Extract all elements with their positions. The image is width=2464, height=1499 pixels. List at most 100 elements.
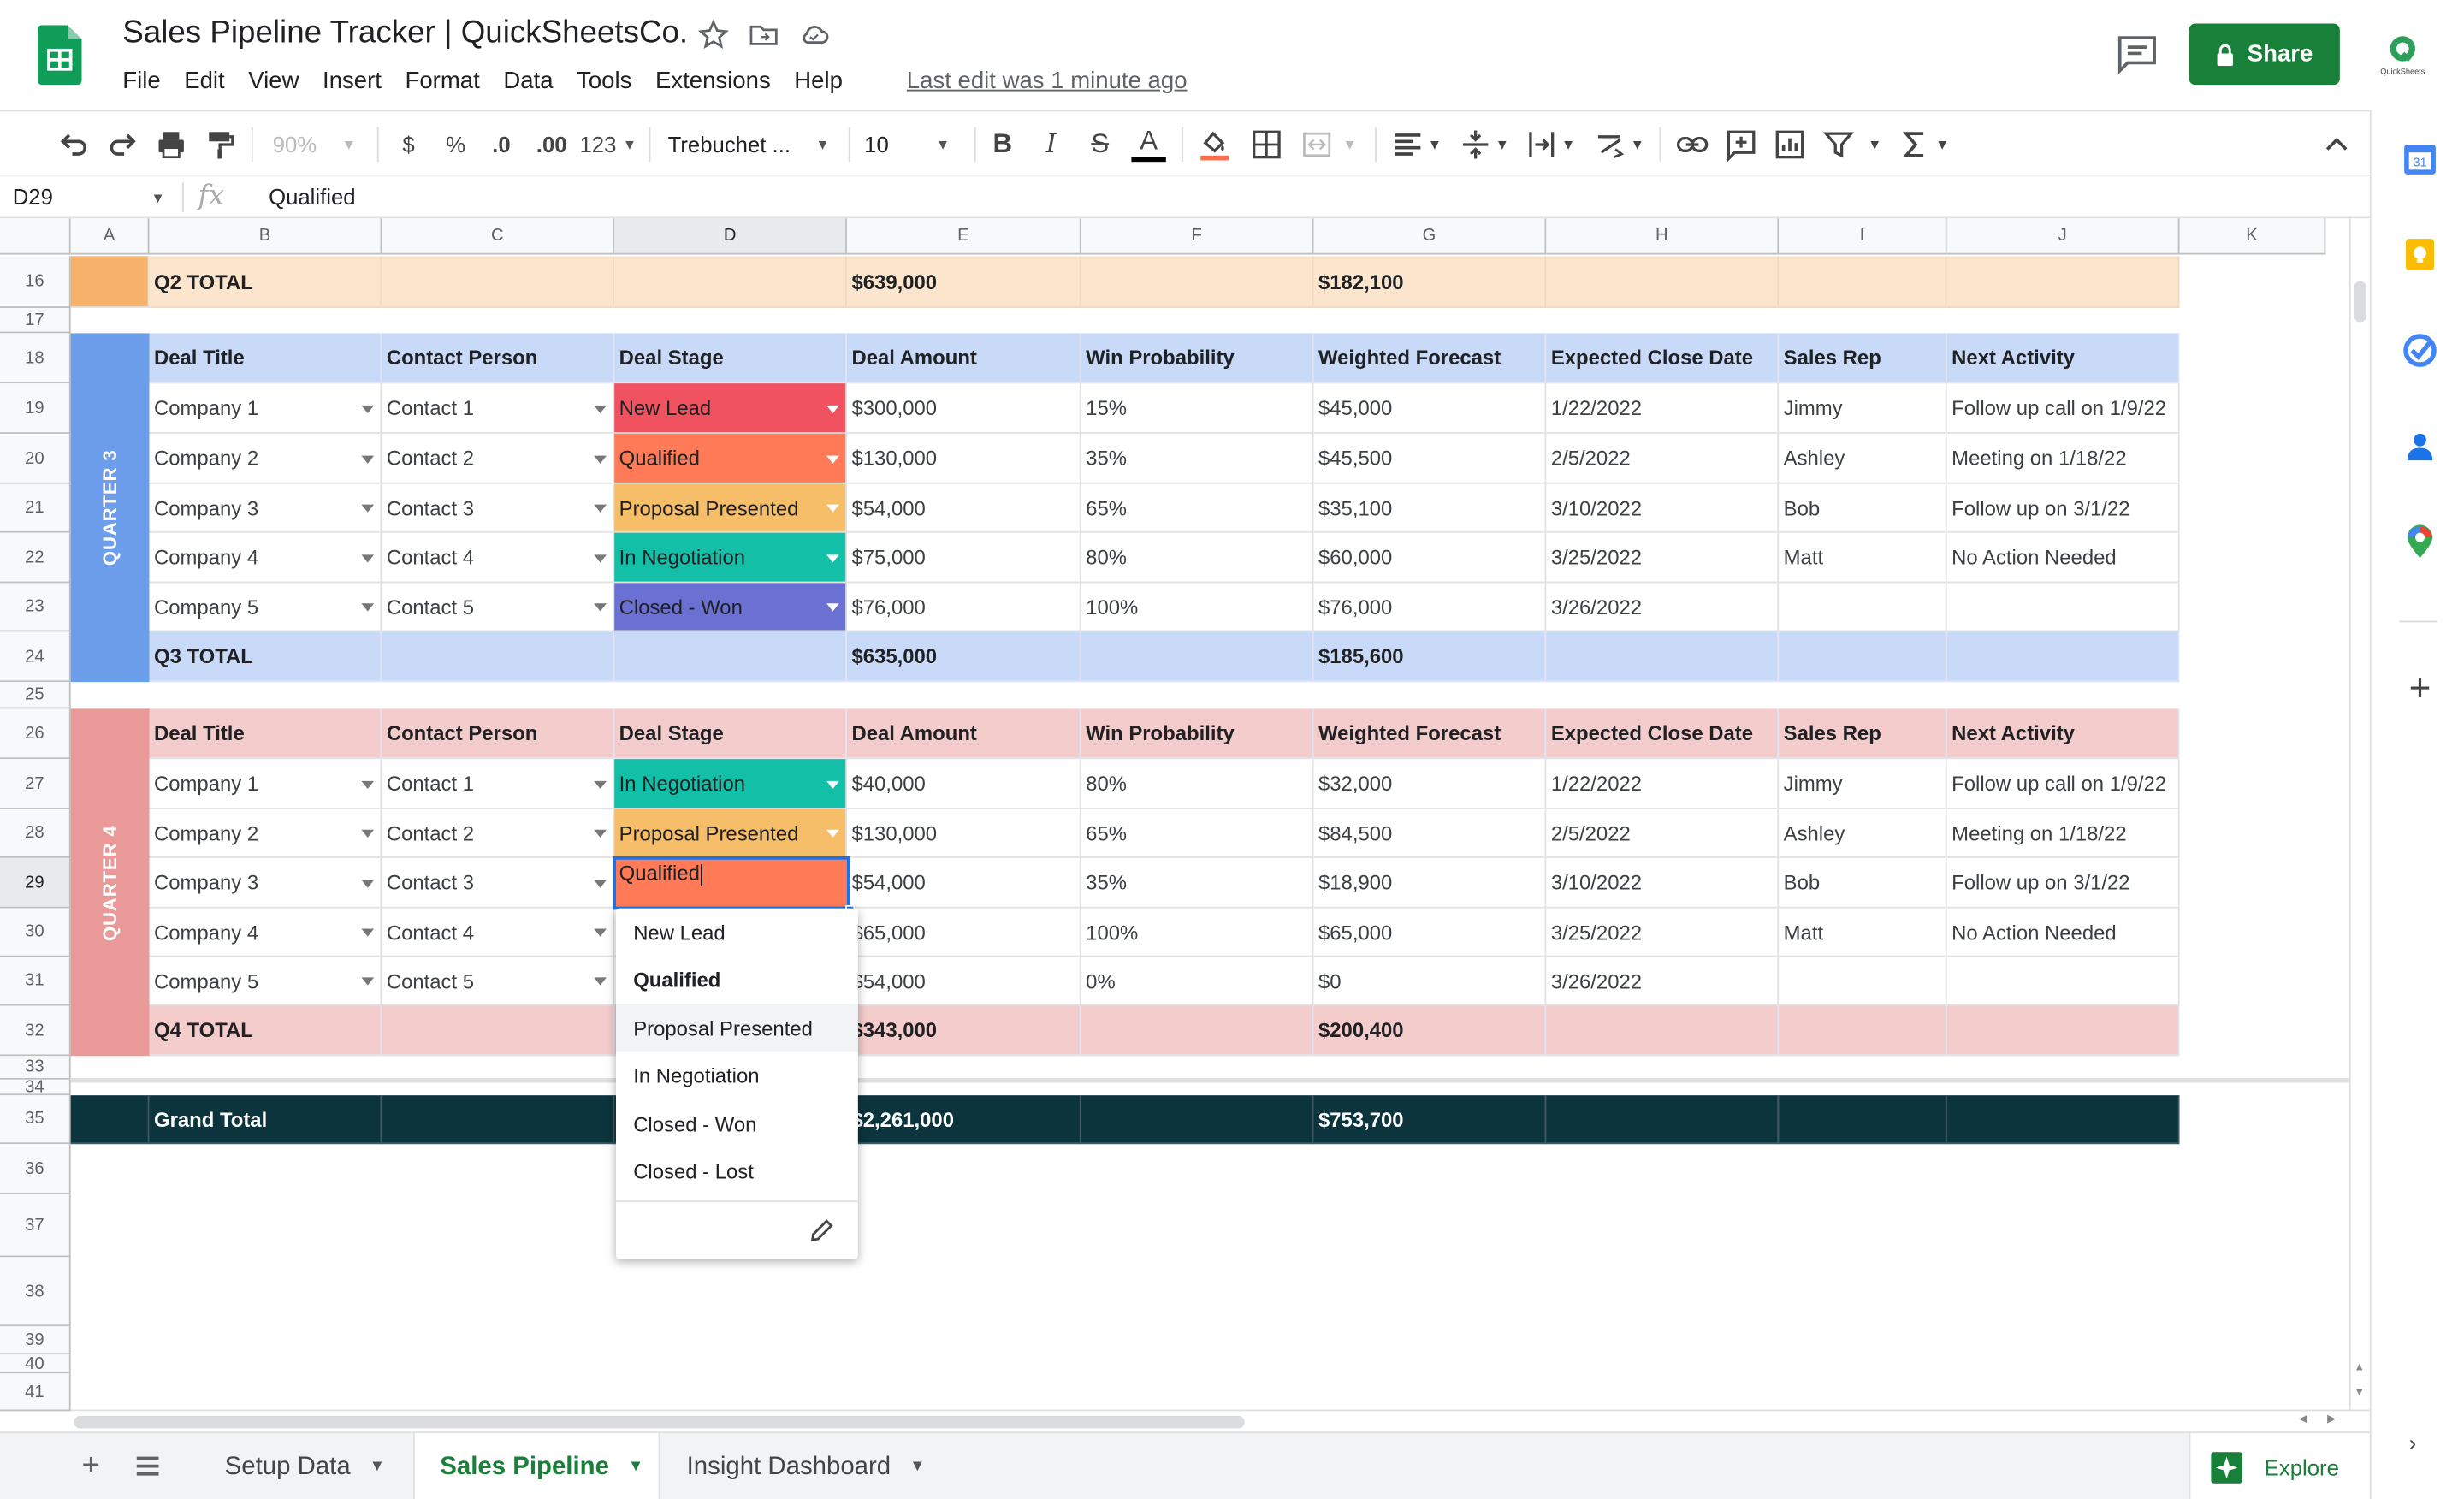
column-title-deal-amount[interactable]: Deal Amount	[846, 708, 1081, 760]
contact-person-cell[interactable]: Contact 5	[382, 957, 615, 1006]
contact-person-cell[interactable]: Contact 2	[382, 433, 615, 484]
menu-insert[interactable]: Insert	[323, 68, 382, 94]
zoom-select[interactable]: 90% ▼	[267, 124, 361, 165]
borders-icon[interactable]	[1249, 124, 1283, 165]
grand-total-cell[interactable]	[1546, 1095, 1780, 1145]
row-header-27[interactable]: 27	[0, 759, 71, 809]
text-wrapping-icon[interactable]	[1525, 124, 1559, 165]
column-title-sales-rep[interactable]: Sales Rep	[1779, 333, 1947, 384]
row-header-17[interactable]: 17	[0, 307, 71, 334]
table-cell[interactable]: 3/25/2022	[1546, 908, 1780, 957]
column-title-expected-close-date[interactable]: Expected Close Date	[1546, 333, 1780, 384]
table-cell[interactable]: 3/10/2022	[1546, 857, 1780, 909]
row-header-19[interactable]: 19	[0, 383, 71, 434]
q3-total-cell[interactable]	[614, 631, 847, 683]
dropdown-arrow-icon[interactable]	[361, 404, 375, 413]
column-header-f[interactable]: F	[1081, 218, 1314, 255]
row-header-23[interactable]: 23	[0, 583, 71, 632]
row-header-28[interactable]: 28	[0, 809, 71, 858]
table-cell[interactable]: 65%	[1081, 809, 1314, 858]
all-sheets-icon[interactable]	[135, 1455, 160, 1478]
table-cell[interactable]: $35,100	[1313, 483, 1547, 533]
calendar-icon[interactable]: 31	[2402, 141, 2437, 175]
deal-title-cell[interactable]: Company 5	[149, 583, 382, 632]
table-cell[interactable]: 1/22/2022	[1546, 383, 1780, 434]
row-header-25[interactable]: 25	[0, 682, 71, 709]
table-cell[interactable]: 0%	[1081, 957, 1314, 1006]
dropdown-arrow-icon[interactable]	[594, 977, 607, 986]
row-header-32[interactable]: 32	[0, 1005, 71, 1057]
merge-dropdown-caret[interactable]: ▼	[1342, 124, 1358, 165]
name-box-caret[interactable]: ▼	[151, 190, 164, 205]
deal-stage-cell[interactable]: New Lead	[614, 383, 847, 434]
q3-total-cell[interactable]	[1779, 631, 1947, 683]
q3-total-amount[interactable]: $635,000	[846, 631, 1081, 683]
table-cell[interactable]: $54,000	[846, 483, 1081, 533]
row-header-35[interactable]: 35	[0, 1095, 71, 1145]
menu-data[interactable]: Data	[503, 68, 553, 94]
column-header-c[interactable]: C	[382, 218, 615, 255]
table-cell[interactable]: 80%	[1081, 759, 1314, 809]
dropdown-arrow-icon[interactable]	[594, 779, 607, 789]
tab-sales-pipeline[interactable]: Sales Pipeline ▼	[413, 1433, 660, 1499]
table-cell[interactable]: Ashley	[1779, 433, 1947, 484]
table-cell[interactable]: 80%	[1081, 532, 1314, 584]
percent-format-button[interactable]: %	[440, 124, 471, 165]
menu-view[interactable]: View	[248, 68, 299, 94]
column-title-contact-person[interactable]: Contact Person	[382, 708, 615, 760]
table-cell[interactable]: $300,000	[846, 383, 1081, 434]
column-title-next-activity[interactable]: Next Activity	[1946, 708, 2180, 760]
dropdown-option[interactable]: In Negotiation	[616, 1052, 858, 1099]
scroll-left-arrow[interactable]: ◀	[2299, 1413, 2307, 1425]
table-cell[interactable]: 65%	[1081, 483, 1314, 533]
column-title-deal-title[interactable]: Deal Title	[149, 708, 382, 760]
scroll-right-arrow[interactable]: ▶	[2327, 1413, 2336, 1425]
menu-extensions[interactable]: Extensions	[655, 68, 771, 94]
dropdown-option[interactable]: New Lead	[616, 909, 858, 956]
table-cell[interactable]	[1946, 583, 2180, 632]
undo-icon[interactable]	[56, 124, 91, 165]
dropdown-arrow-icon[interactable]	[594, 454, 607, 463]
table-cell[interactable]: 100%	[1081, 908, 1314, 957]
share-button[interactable]: Share	[2189, 23, 2340, 86]
table-cell[interactable]: No Action Needed	[1946, 908, 2180, 957]
column-header-a[interactable]: A	[70, 218, 150, 255]
table-cell[interactable]: $84,500	[1313, 809, 1547, 858]
table-cell[interactable]: $76,000	[1313, 583, 1547, 632]
contact-person-cell[interactable]: Contact 4	[382, 532, 615, 584]
column-header-d[interactable]: D	[614, 218, 847, 255]
decrease-decimal-button[interactable]: .0	[483, 124, 520, 165]
menu-tools[interactable]: Tools	[577, 68, 631, 94]
horizontal-scrollbar[interactable]: ◀ ▶	[70, 1409, 2370, 1432]
dropdown-arrow-icon[interactable]	[594, 554, 607, 562]
column-header-h[interactable]: H	[1546, 218, 1780, 255]
deal-stage-cell[interactable]: Proposal Presented	[614, 809, 847, 858]
functions-sigma-icon[interactable]	[1898, 124, 1933, 165]
font-select[interactable]: Trebuchet ... ▼	[668, 124, 833, 165]
table-cell[interactable]: $65,000	[1313, 908, 1547, 957]
dropdown-arrow-icon[interactable]	[361, 779, 375, 789]
q4-total-forecast[interactable]: $200,400	[1313, 1005, 1547, 1057]
redo-icon[interactable]	[105, 124, 139, 165]
row-header-33[interactable]: 33	[0, 1056, 71, 1080]
dropdown-option[interactable]: Closed - Lost	[616, 1147, 858, 1194]
dropdown-arrow-icon[interactable]	[361, 454, 375, 463]
rotation-dropdown-caret[interactable]: ▼	[1630, 124, 1645, 165]
insert-chart-icon[interactable]	[1773, 124, 1807, 165]
column-title-next-activity[interactable]: Next Activity	[1946, 333, 2180, 384]
row-header-30[interactable]: 30	[0, 908, 71, 957]
table-cell[interactable]: $45,000	[1313, 383, 1547, 434]
dropdown-arrow-icon[interactable]	[594, 879, 607, 887]
text-color-icon[interactable]: A	[1131, 124, 1166, 163]
table-cell[interactable]: 3/26/2022	[1546, 583, 1780, 632]
table-cell[interactable]: 3/10/2022	[1546, 483, 1780, 533]
maps-icon[interactable]	[2402, 524, 2437, 559]
dropdown-arrow-icon[interactable]	[594, 829, 607, 838]
more-formats-button[interactable]: 123 ▼	[579, 124, 637, 165]
table-cell[interactable]: $18,900	[1313, 857, 1547, 909]
table-cell[interactable]: Matt	[1779, 908, 1947, 957]
dropdown-arrow-icon[interactable]	[361, 879, 375, 887]
keep-icon[interactable]	[2402, 237, 2437, 271]
table-cell[interactable]: Bob	[1779, 857, 1947, 909]
last-edit-link[interactable]: Last edit was 1 minute ago	[907, 68, 1188, 94]
